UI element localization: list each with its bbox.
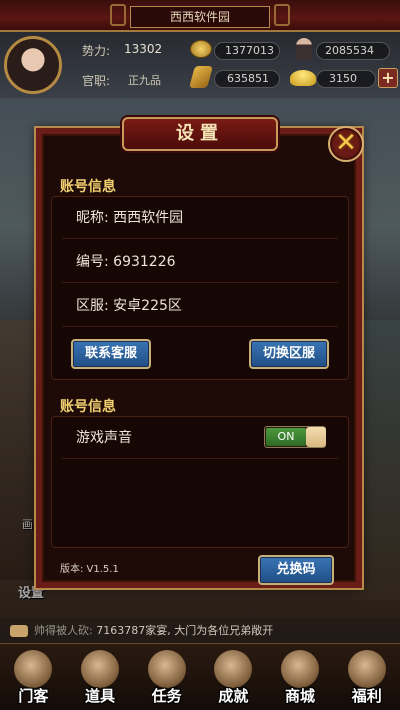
bag-icon xyxy=(81,650,119,688)
nav-label: 任务 xyxy=(151,687,182,705)
version-text: 版本: V1.5.1 xyxy=(60,564,119,575)
nav-label: 成就 xyxy=(218,687,249,705)
sound-toggle-state: ON xyxy=(266,428,306,446)
coins-box: 1377013 xyxy=(214,42,280,60)
id-row: 编号: 6931226 xyxy=(62,241,338,283)
news-ticker[interactable]: 帅得被人砍: 7163787家宴, 大门为各位兄弟敞开 xyxy=(0,619,400,643)
server-title: 西西软件园 xyxy=(130,6,270,28)
sound-toggle-knob xyxy=(306,427,326,447)
coin-icon xyxy=(190,40,212,58)
switch-server-button[interactable]: 切换区服 xyxy=(249,339,329,369)
nav-item-retainers[interactable]: 门客 xyxy=(0,644,67,710)
nav-item-shop[interactable]: 商城 xyxy=(267,644,334,710)
settings-title-plate: 设置 xyxy=(122,117,278,151)
nav-label: 道具 xyxy=(85,687,116,705)
nickname-row: 昵称: 西西软件园 xyxy=(62,197,338,239)
soldier-icon xyxy=(296,38,312,60)
soldiers-value: 2085534 xyxy=(325,44,374,57)
ticker-message: 7163787家宴, 大门为各位兄弟敞开 xyxy=(96,624,274,637)
soldiers-box: 2085534 xyxy=(316,42,390,60)
avatar[interactable] xyxy=(4,36,62,94)
shop-icon xyxy=(281,650,320,688)
power-value: 13302 xyxy=(124,42,163,56)
close-button[interactable]: ✕ xyxy=(328,126,364,162)
gold-ingot-icon xyxy=(290,70,316,86)
nav-item-items[interactable]: 道具 xyxy=(67,644,134,710)
nav-item-welfare[interactable]: 福利 xyxy=(333,644,400,710)
chat-icon xyxy=(10,625,28,637)
server-text: 区服: 安卓225区 xyxy=(76,298,182,314)
grain-value: 635851 xyxy=(227,72,269,85)
add-gold-button[interactable]: + xyxy=(378,68,398,88)
account-section-title: 账号信息 xyxy=(60,179,116,195)
sound-section-title: 账号信息 xyxy=(60,399,116,415)
nav-label: 门客 xyxy=(18,687,49,705)
ornament-right xyxy=(274,4,290,26)
id-text: 编号: 6931226 xyxy=(76,254,176,270)
gold-box: 3150 xyxy=(316,70,376,88)
bottom-nav: 门客 道具 任务 成就 商城 福利 xyxy=(0,643,400,710)
rank-value: 正九品 xyxy=(128,74,161,87)
top-bar: 西西软件园 xyxy=(0,0,400,32)
nickname-text: 昵称: 西西软件园 xyxy=(76,210,184,226)
server-row: 区服: 安卓225区 xyxy=(62,285,338,327)
coins-value: 1377013 xyxy=(225,44,274,57)
nav-item-tasks[interactable]: 任务 xyxy=(133,644,200,710)
power-label: 势力: xyxy=(82,44,111,58)
settings-title: 设置 xyxy=(176,123,224,144)
ticker-sender: 帅得被人砍: xyxy=(34,624,93,637)
sound-label: 游戏声音 xyxy=(76,430,132,446)
gold-value: 3150 xyxy=(329,72,357,85)
contact-support-button[interactable]: 联系客服 xyxy=(71,339,151,369)
sound-toggle[interactable]: ON xyxy=(264,426,326,448)
scroll-icon xyxy=(147,650,186,688)
nav-item-achievements[interactable]: 成就 xyxy=(200,644,267,710)
helmet-icon xyxy=(214,650,253,688)
player-header: 势力: 13302 官职: 正九品 1377013 2085534 635851… xyxy=(0,32,400,98)
grain-icon xyxy=(189,66,213,88)
drum-icon xyxy=(347,650,386,688)
retainer-icon xyxy=(14,650,53,688)
ornament-left xyxy=(110,4,126,26)
nav-label: 商城 xyxy=(285,687,316,705)
grain-box: 635851 xyxy=(214,70,280,88)
nav-label: 福利 xyxy=(351,687,382,705)
rank-label: 官职: xyxy=(82,74,111,88)
redeem-code-button[interactable]: 兑换码 xyxy=(258,555,334,585)
